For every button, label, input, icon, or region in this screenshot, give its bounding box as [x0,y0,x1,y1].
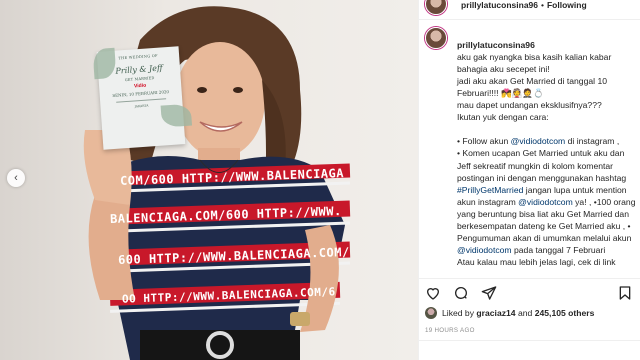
liker-username[interactable]: graciaz14 [476,308,515,318]
liked-by-and: and [517,308,533,318]
comment-icon[interactable] [453,285,471,303]
mention-link[interactable]: @vidiodotcom [511,136,566,146]
mention-link[interactable]: @vidiodotcom [457,245,512,255]
caption-line: Ikutan yuk dengan cara: [457,112,549,123]
liker-avatar[interactable] [425,307,437,319]
wedding-invitation-card: THE WEDDING OF Prilly & Jeff GET MARRIED… [92,46,193,150]
heart-icon[interactable] [425,285,443,303]
caption-username[interactable]: prillylatuconsina96 [457,40,535,50]
caption-bullet: • Follow akun [457,136,511,147]
post-timestamp[interactable]: 19 HOURS AGO [425,327,475,334]
action-bar [419,278,640,303]
caption-avatar[interactable] [425,27,447,49]
caption-line: aku gak nyangka bisa kasih kalian kabar … [457,52,612,75]
post-caption: prillylatuconsina96 aku gak nyangka bisa… [425,27,637,268]
caption-line: jadi aku akan Get Married di tanggal 10 … [457,76,608,99]
caption-bullet: di instagram , [565,136,620,147]
caption-bullet: pada tanggal 7 Februari [511,244,606,255]
hashtag-link[interactable]: #PrillyGetMarried [457,185,523,195]
comment-area[interactable] [419,340,640,360]
avatar[interactable] [425,0,447,15]
caption-bullet: • Komen ucapan Get Married untuk aku dan… [457,148,627,183]
post-photo[interactable]: COM/600 HTTP://WWW.BALENCIAGA BALENCIAGA… [0,0,418,360]
liked-by-prefix: Liked by [442,308,475,318]
bookmark-icon[interactable] [617,285,635,303]
caption-line: mau dapet undangan eksklusifnya??? [457,100,602,111]
post-header: prillylatuconsina96 • Following [419,0,640,20]
header-username[interactable]: prillylatuconsina96 [461,0,538,10]
post-sidebar: prillylatuconsina96 • Following prillyla… [418,0,640,360]
header-separator: • [541,0,544,10]
likes-count[interactable]: 245,105 others [535,308,595,318]
caption-line: Atau kalau mau lebih jelas lagi, cek di … [457,256,616,267]
caption-text: prillylatuconsina96 aku gak nyangka bisa… [457,27,637,268]
mention-link[interactable]: @vidiodotcom [518,197,573,207]
arrow-left-icon[interactable]: ‹ [7,169,25,187]
following-button[interactable]: Following [547,0,587,10]
share-icon[interactable] [481,285,499,303]
likes-summary: Liked by graciaz14 and 245,105 others [425,307,594,319]
